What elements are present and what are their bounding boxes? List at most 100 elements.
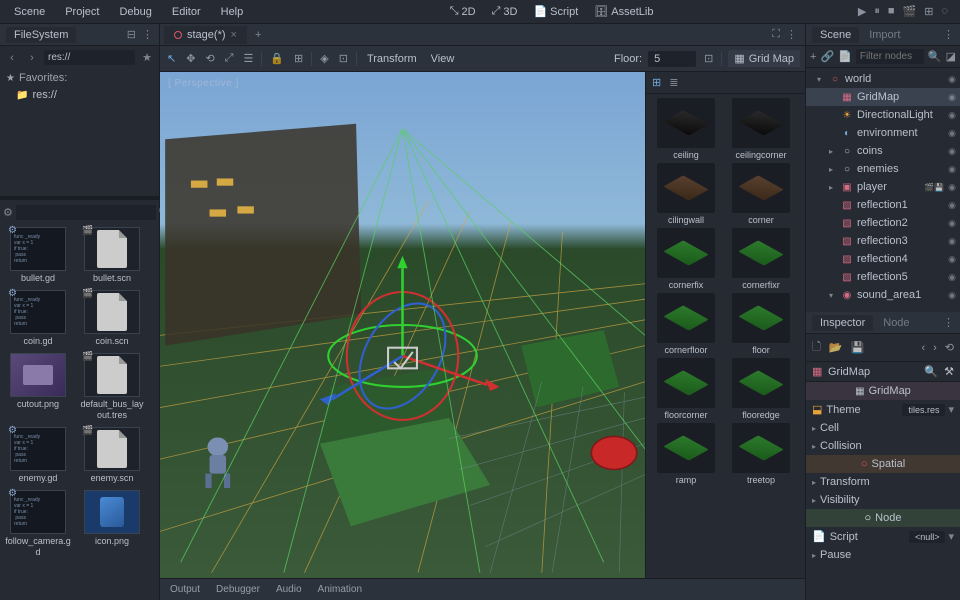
bottom-animation[interactable]: Animation (318, 584, 362, 595)
node-dock-tab[interactable]: Node (877, 315, 915, 331)
filesystem-tab[interactable]: FileSystem (6, 27, 76, 43)
workspace-3d[interactable]: ⤢3D (486, 2, 524, 21)
inspector-theme-prop[interactable]: ⬓ Theme tiles.res▾ (806, 400, 960, 419)
file-item[interactable]: ⚙func _readyvar x = 1if true: passreturn… (2, 488, 74, 560)
bottom-output[interactable]: Output (170, 584, 200, 595)
workspace-assetlib[interactable]: 🗄AssetLib (588, 2, 659, 21)
select-tool-icon[interactable]: ↖ (165, 50, 178, 67)
local-space-icon[interactable]: ◈ (318, 50, 330, 67)
file-item[interactable]: 🎬coin.scn (76, 288, 148, 349)
new-resource-icon[interactable]: 🗋 (812, 338, 821, 357)
save-resource-icon[interactable]: 💾 (851, 341, 865, 354)
import-dock-tab[interactable]: Import (863, 27, 906, 43)
scene-node[interactable]: ▸▣player🎬💾 ◉ (806, 178, 960, 196)
scene-node[interactable]: ▾○world◉ (806, 70, 960, 88)
history-fwd-icon[interactable]: › (933, 342, 937, 354)
scene-node[interactable]: ▧reflection5◉ (806, 268, 960, 286)
add-tab-icon[interactable]: + (247, 29, 269, 41)
file-filter-input[interactable] (16, 205, 156, 220)
inspector-cell-section[interactable]: ▸Cell (806, 419, 960, 437)
mesh-item[interactable]: ramp (650, 423, 722, 485)
load-resource-icon[interactable]: 📂 (829, 341, 843, 354)
file-item[interactable]: ⚙func _readyvar x = 1if true: passreturn… (2, 425, 74, 486)
scene-node[interactable]: ▦GridMap◉ (806, 88, 960, 106)
inspector-visibility-section[interactable]: ▸Visibility (806, 491, 960, 509)
scene-node[interactable]: ▧reflection3◉ (806, 232, 960, 250)
transform-menu[interactable]: Transform (363, 53, 421, 65)
inspector-script-prop[interactable]: 📄 Script <null>▾ (806, 527, 960, 546)
mesh-item[interactable]: cornerfixr (725, 228, 797, 290)
bottom-debugger[interactable]: Debugger (216, 584, 260, 595)
menu-help[interactable]: Help (213, 3, 252, 21)
gear-icon[interactable]: ⚙ (3, 206, 13, 219)
scene-node[interactable]: ▧reflection2◉ (806, 214, 960, 232)
3d-viewport[interactable]: [ Perspective ] (160, 72, 645, 578)
menu-project[interactable]: Project (57, 3, 107, 21)
mesh-item[interactable]: flooredge (725, 358, 797, 420)
gridmap-options-icon[interactable]: ⊡ (702, 50, 715, 67)
mesh-item[interactable]: cornerfix (650, 228, 722, 290)
lock-icon[interactable]: 🔒 (268, 50, 286, 67)
inspector-object-row[interactable]: ▦ GridMap 🔍 ⚒ (806, 362, 960, 382)
file-item[interactable]: 🎬enemy.scn (76, 425, 148, 486)
workspace-script[interactable]: 📄Script (527, 2, 584, 21)
extra-icon[interactable]: ◪ (946, 50, 956, 63)
mesh-item[interactable]: cornerfloor (650, 293, 722, 355)
file-item[interactable]: ⚙func _readyvar x = 1if true: passreturn… (2, 225, 74, 286)
group-icon[interactable]: ⊞ (292, 50, 305, 67)
dock-menu-icon[interactable]: ⋮ (786, 28, 797, 41)
menu-editor[interactable]: Editor (164, 3, 209, 21)
inspector-transform-section[interactable]: ▸Transform (806, 473, 960, 491)
add-node-icon[interactable]: + (810, 51, 816, 63)
mesh-item[interactable]: ceiling (650, 98, 722, 160)
workspace-2d[interactable]: ⤡2D (444, 2, 482, 21)
history-icon[interactable]: ⟲ (945, 341, 954, 354)
list-select-icon[interactable]: ☰ (241, 50, 255, 67)
file-item[interactable]: cutout.png (2, 351, 74, 423)
menu-debug[interactable]: Debug (111, 3, 159, 21)
attach-script-icon[interactable]: 📄 (838, 50, 852, 63)
scene-node[interactable]: ◐environment◉ (806, 124, 960, 142)
scene-tab-stage[interactable]: stage(*) × (164, 26, 247, 44)
render-icon[interactable]: ◌ (941, 5, 948, 18)
filter-nodes-input[interactable] (856, 49, 924, 64)
inspector-pause-section[interactable]: ▸Pause (806, 546, 960, 564)
mesh-item[interactable]: treetop (725, 423, 797, 485)
path-field[interactable]: res:// (44, 50, 135, 65)
view-menu[interactable]: View (427, 53, 459, 65)
scale-tool-icon[interactable]: ⤢ (223, 50, 236, 67)
floor-spinner[interactable]: 5 (648, 51, 696, 67)
file-item[interactable]: ⚙func _readyvar x = 1if true: passreturn… (2, 288, 74, 349)
mesh-item[interactable]: floorcorner (650, 358, 722, 420)
scene-node[interactable]: ▧reflection4◉ (806, 250, 960, 268)
nav-back-icon[interactable]: ‹ (4, 52, 20, 64)
history-back-icon[interactable]: ‹ (921, 342, 925, 354)
gridmap-menu[interactable]: ▦ Grid Map (728, 50, 800, 67)
move-tool-icon[interactable]: ✥ (184, 50, 197, 67)
favorites-row[interactable]: ★ Favorites: (0, 69, 159, 87)
menu-scene[interactable]: Scene (6, 3, 53, 21)
mesh-item[interactable]: corner (725, 163, 797, 225)
mesh-item[interactable]: ceilingcorner (725, 98, 797, 160)
scene-dock-tab[interactable]: Scene (812, 27, 859, 43)
splitter[interactable] (0, 196, 159, 200)
rotate-tool-icon[interactable]: ⟲ (203, 50, 216, 67)
favorite-icon[interactable]: ★ (139, 51, 155, 64)
stop-icon[interactable]: ■ (888, 5, 895, 18)
bottom-audio[interactable]: Audio (276, 584, 302, 595)
inspector-collision-section[interactable]: ▸Collision (806, 437, 960, 455)
play-scene-icon[interactable]: 🎬 (903, 5, 917, 18)
search-icon[interactable]: 🔍 (928, 50, 942, 63)
mesh-item[interactable]: cilingwall (650, 163, 722, 225)
file-item[interactable]: 🎬bullet.scn (76, 225, 148, 286)
mesh-item[interactable]: floor (725, 293, 797, 355)
dock-menu-icon[interactable]: ⋮ (142, 28, 153, 41)
inspector-tab[interactable]: Inspector (812, 315, 873, 331)
link-icon[interactable]: 🔗 (820, 50, 834, 63)
file-item[interactable]: icon.png (76, 488, 148, 560)
grid-view-icon[interactable]: ⊞ (652, 76, 661, 89)
nav-fwd-icon[interactable]: › (24, 52, 40, 64)
play-custom-icon[interactable]: ⊞ (924, 5, 933, 18)
scene-node[interactable]: ▸○coins◉ (806, 142, 960, 160)
snap-icon[interactable]: ⊡ (337, 50, 350, 67)
